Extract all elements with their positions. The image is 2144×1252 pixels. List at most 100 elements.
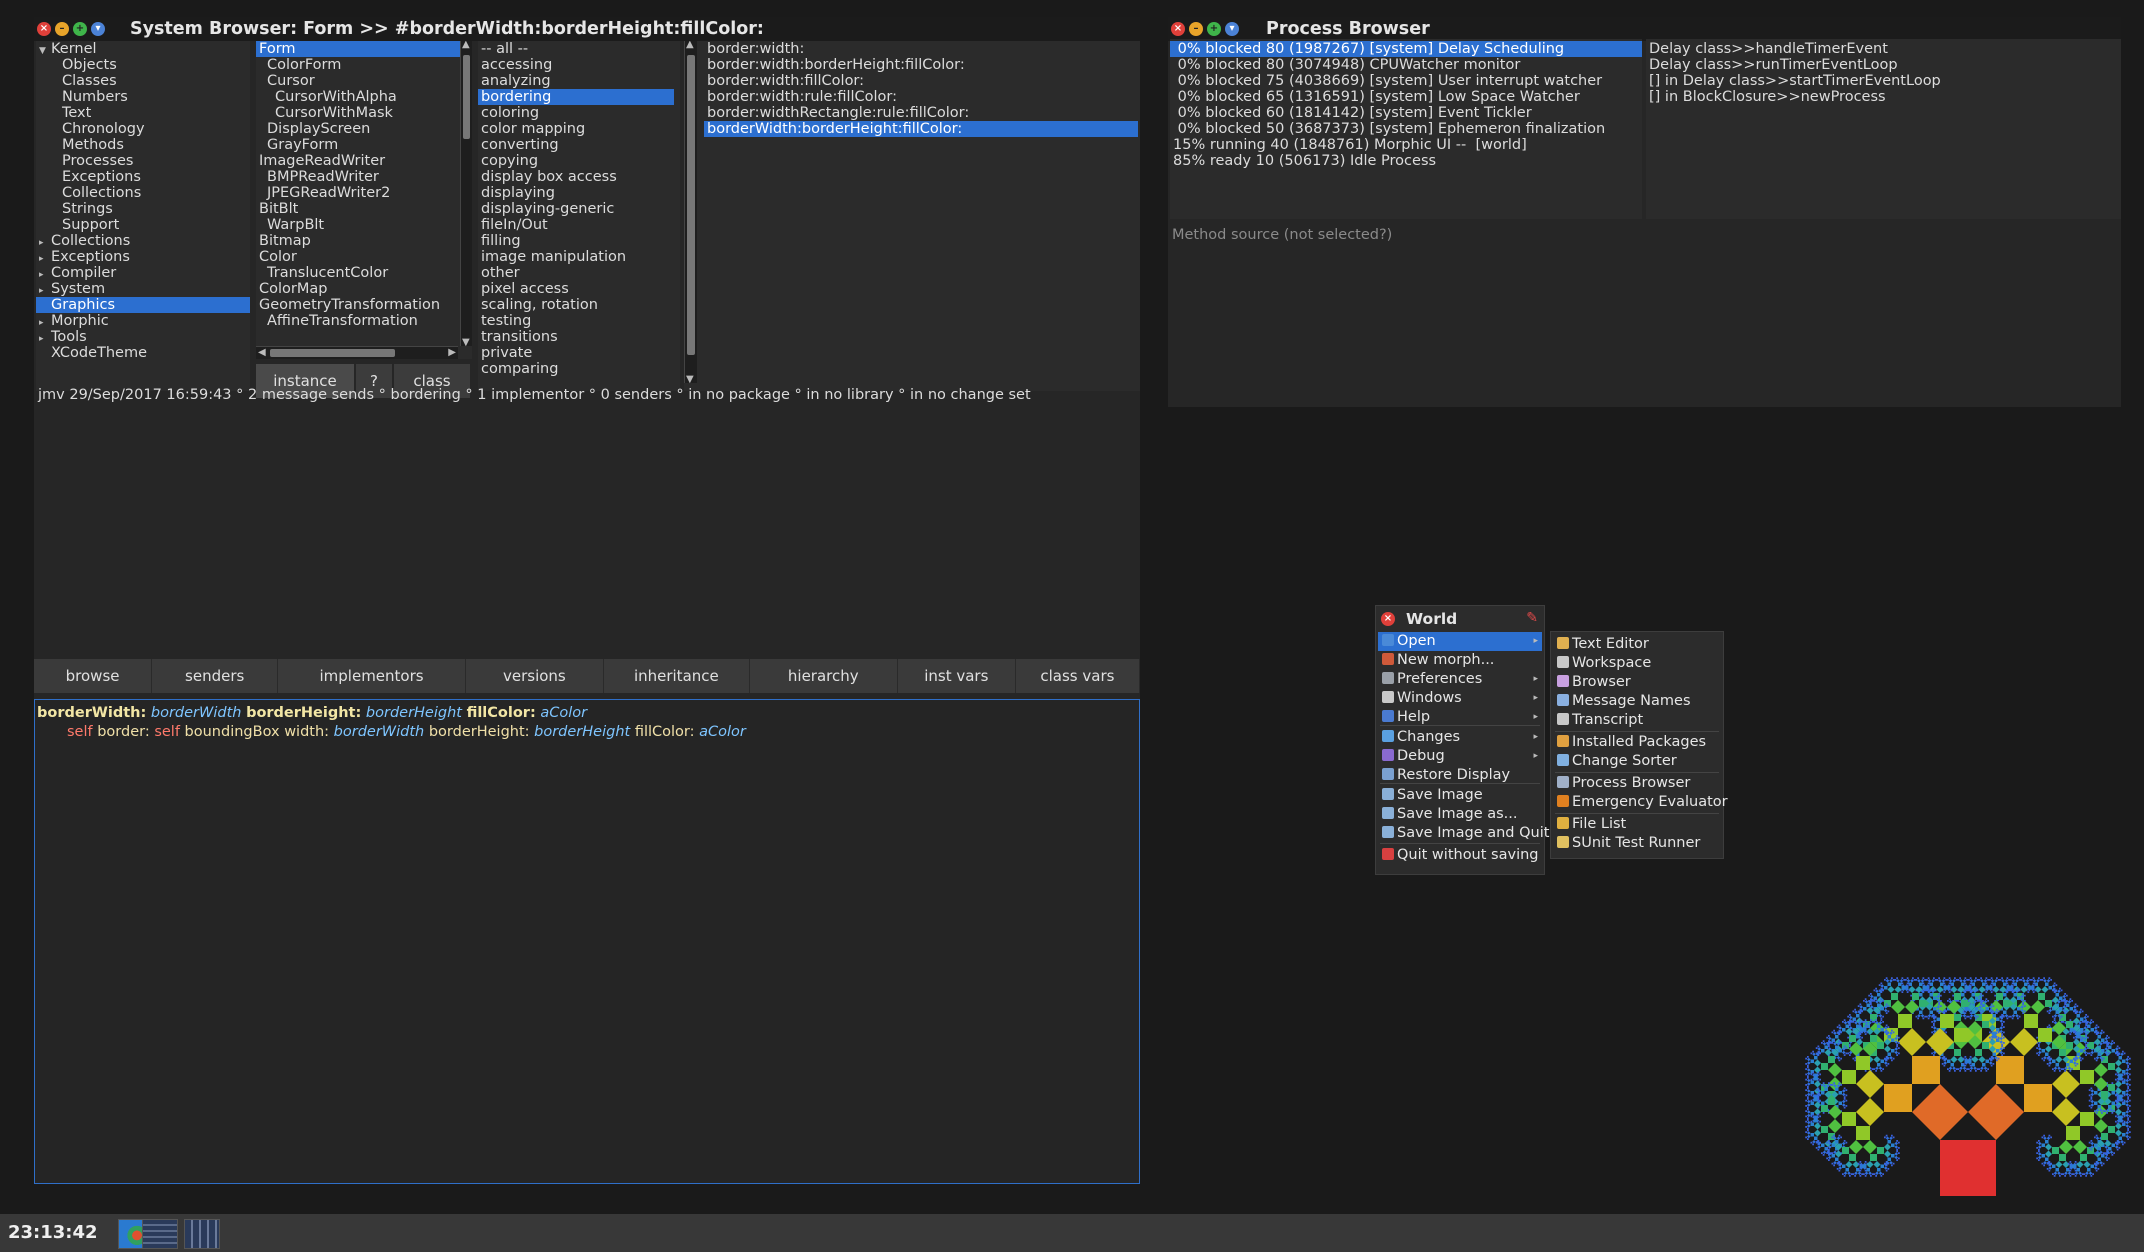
open-menu-item-workspace[interactable]: Workspace [1553, 654, 1721, 673]
class-item[interactable]: Bitmap [256, 233, 460, 249]
minimize-icon[interactable]: – [1189, 22, 1203, 36]
class-item[interactable]: JPEGReadWriter2 [256, 185, 460, 201]
world-menu-item-quit-without-saving[interactable]: Quit without saving [1378, 846, 1542, 865]
protocol-item[interactable]: color mapping [478, 121, 674, 137]
window-menu-icon[interactable]: ▾ [91, 22, 105, 36]
category-item[interactable]: Methods [36, 137, 250, 153]
class-item[interactable]: ColorMap [256, 281, 460, 297]
method-item[interactable]: border:width:borderHeight:fillColor: [704, 57, 1138, 73]
protocol-item[interactable]: comparing [478, 361, 674, 377]
maximize-icon[interactable]: + [1207, 22, 1221, 36]
world-menu-item-open[interactable]: Open ▸ [1378, 632, 1542, 651]
open-menu-item-text-editor[interactable]: Text Editor [1553, 635, 1721, 654]
process-list[interactable]: 0% blocked 80 (1987267) [system] Delay S… [1170, 39, 1642, 169]
method-item[interactable]: border:width:rule:fillColor: [704, 89, 1138, 105]
senders-button[interactable]: senders [152, 659, 279, 693]
category-item[interactable]: ▸ System [36, 281, 250, 297]
protocol-item[interactable]: copying [478, 153, 674, 169]
method-item[interactable]: border:width:fillColor: [704, 73, 1138, 89]
process-item[interactable]: 0% blocked 65 (1316591) [system] Low Spa… [1170, 89, 1642, 105]
category-item[interactable]: ▸ Compiler [36, 265, 250, 281]
process-source-pane[interactable]: Method source (not selected?) [1168, 219, 2121, 407]
close-icon[interactable]: × [37, 22, 51, 36]
process-item[interactable]: 15% running 40 (1848761) Morphic UI -- [… [1170, 137, 1642, 153]
category-item[interactable]: Processes [36, 153, 250, 169]
protocol-item[interactable]: fileIn/Out [478, 217, 674, 233]
system-browser-window[interactable]: × – + ▾ System Browser: Form >> #borderW… [34, 17, 1140, 1184]
method-list-scroll-thumb[interactable] [687, 55, 695, 355]
process-browser-titlebar[interactable]: × – + ▾ Process Browser [1168, 17, 2121, 41]
close-icon[interactable]: × [1381, 612, 1395, 626]
maximize-icon[interactable]: + [73, 22, 87, 36]
process-item[interactable]: 0% blocked 50 (3687373) [system] Ephemer… [1170, 121, 1642, 137]
class-item[interactable]: WarpBlt [256, 217, 460, 233]
world-menu[interactable]: × World ✎ Open ▸ New morph... Preferences ▸ W… [1375, 605, 1549, 875]
open-menu-item-process-browser[interactable]: Process Browser [1553, 774, 1721, 793]
protocol-item[interactable]: image manipulation [478, 249, 674, 265]
stack-frame-item[interactable]: Delay class>>handleTimerEvent [1646, 41, 2121, 57]
protocol-item[interactable]: converting [478, 137, 674, 153]
world-menu-item-save-image[interactable]: Save Image [1378, 786, 1542, 805]
class-item[interactable]: BitBlt [256, 201, 460, 217]
category-item[interactable]: Objects [36, 57, 250, 73]
class-item[interactable]: DisplayScreen [256, 121, 460, 137]
open-menu-item-emergency-evaluator[interactable]: Emergency Evaluator [1553, 793, 1728, 812]
category-item[interactable]: Text [36, 105, 250, 121]
open-menu-item-transcript[interactable]: Transcript [1553, 711, 1721, 730]
protocol-list[interactable]: -- all -- accessing analyzing bordering colo… [478, 41, 674, 377]
class-item[interactable]: TranslucentColor [256, 265, 460, 281]
stack-list[interactable]: Delay class>>handleTimerEvent Delay class… [1646, 39, 2121, 105]
minimize-icon[interactable]: – [55, 22, 69, 36]
category-item[interactable]: Classes [36, 73, 250, 89]
world-menu-item-changes[interactable]: Changes ▸ [1378, 728, 1542, 747]
close-icon[interactable]: × [1171, 22, 1185, 36]
open-menu-item-sunit-test-runner[interactable]: SUnit Test Runner [1553, 834, 1721, 853]
class-item[interactable]: Form [256, 41, 460, 57]
category-item[interactable]: ▸ Morphic [36, 313, 250, 329]
protocol-item[interactable]: other [478, 265, 674, 281]
process-item[interactable]: 0% blocked 60 (1814142) [system] Event T… [1170, 105, 1642, 121]
versions-button[interactable]: versions [465, 659, 604, 693]
protocol-item[interactable]: testing [478, 313, 674, 329]
world-menu-item-save-image-and-quit[interactable]: Save Image and Quit [1378, 824, 1549, 843]
method-source-editor[interactable]: borderWidth: borderWidth borderHeight: b… [34, 699, 1140, 1184]
protocol-list-pane[interactable]: -- all -- accessing analyzing bordering colo… [478, 41, 680, 391]
category-item[interactable]: Collections [36, 185, 250, 201]
inst-vars-button[interactable]: inst vars [897, 659, 1016, 693]
class-list-hscrollbar[interactable]: ◀ ▶ [256, 346, 458, 359]
protocol-item[interactable]: displaying [478, 185, 674, 201]
class-vars-button[interactable]: class vars [1015, 659, 1140, 693]
class-item[interactable]: CursorWithAlpha [256, 89, 460, 105]
category-item[interactable]: Support [36, 217, 250, 233]
stack-frame-item[interactable]: [] in Delay class>>startTimerEventLoop [1646, 73, 2121, 89]
protocol-item[interactable]: filling [478, 233, 674, 249]
process-item[interactable]: 85% ready 10 (506173) Idle Process [1170, 153, 1642, 169]
class-item[interactable]: GrayForm [256, 137, 460, 153]
class-item[interactable]: CursorWithMask [256, 105, 460, 121]
pin-icon[interactable]: ✎ [1526, 610, 1538, 626]
protocol-item[interactable]: transitions [478, 329, 674, 345]
process-item[interactable]: 0% blocked 80 (1987267) [system] Delay S… [1170, 41, 1642, 57]
category-item[interactable]: ▸ Exceptions [36, 249, 250, 265]
protocol-item[interactable]: analyzing [478, 73, 674, 89]
category-item[interactable]: ▼ Kernel [36, 41, 250, 57]
class-item[interactable]: GeometryTransformation [256, 297, 460, 313]
process-item[interactable]: 0% blocked 80 (3074948) CPUWatcher monit… [1170, 57, 1642, 73]
open-menu-item-browser[interactable]: Browser [1553, 673, 1721, 692]
protocol-item[interactable]: displaying-generic [478, 201, 674, 217]
class-list-scrollbar[interactable]: ▲ ▼ [460, 41, 472, 348]
class-item[interactable]: ImageReadWriter [256, 153, 460, 169]
open-menu-item-change-sorter[interactable]: Change Sorter [1553, 752, 1721, 771]
class-list-scroll-thumb[interactable] [463, 55, 470, 139]
method-list-scrollbar[interactable]: ▲ ▼ [684, 41, 697, 385]
class-list-hscroll-thumb[interactable] [270, 349, 395, 357]
method-list[interactable]: border:width: border:width:borderHeight:f… [704, 41, 1138, 137]
process-item[interactable]: 0% blocked 75 (4038669) [system] User in… [1170, 73, 1642, 89]
category-item[interactable]: Strings [36, 201, 250, 217]
class-item[interactable]: Color [256, 249, 460, 265]
category-item[interactable]: Exceptions [36, 169, 250, 185]
category-list-pane[interactable]: ▼ Kernel Objects Classes Numbers Text Chronolo… [36, 41, 250, 391]
world-menu-item-windows[interactable]: Windows ▸ [1378, 689, 1542, 708]
class-item[interactable]: BMPReadWriter [256, 169, 460, 185]
world-menu-item-save-image-as[interactable]: Save Image as... [1378, 805, 1542, 824]
